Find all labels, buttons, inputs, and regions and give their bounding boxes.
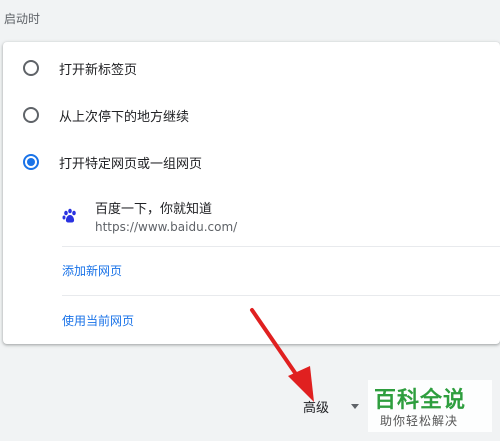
- advanced-label: 高级: [303, 400, 330, 416]
- use-current-pages-link[interactable]: 使用当前网页: [62, 312, 134, 329]
- radio-button-unchecked[interactable]: [23, 107, 39, 123]
- radio-continue-where-left-off[interactable]: 从上次停下的地方继续: [3, 92, 500, 138]
- baidu-paw-icon: [62, 208, 76, 223]
- radio-button-unchecked[interactable]: [23, 60, 39, 76]
- page-url: https://www.baidu.com/: [95, 220, 238, 234]
- startup-page-entry[interactable]: 百度一下，你就知道 https://www.baidu.com/: [3, 188, 500, 246]
- divider: [62, 246, 500, 247]
- radio-label: 打开特定网页或一组网页: [59, 156, 203, 172]
- add-new-page-link[interactable]: 添加新网页: [62, 262, 122, 279]
- advanced-settings-button[interactable]: 高级: [303, 393, 360, 419]
- watermark-logo: 百科全说 助你轻松解决: [368, 380, 492, 432]
- radio-open-specific-pages[interactable]: 打开特定网页或一组网页: [3, 139, 500, 185]
- divider: [62, 295, 500, 296]
- chevron-down-icon: [351, 403, 360, 409]
- section-title-on-startup: 启动时: [4, 12, 41, 26]
- radio-button-checked[interactable]: [23, 154, 39, 170]
- watermark-subtitle: 助你轻松解决: [380, 414, 459, 428]
- watermark-title: 百科全说: [374, 388, 467, 413]
- startup-settings-card: 打开新标签页 从上次停下的地方继续 打开特定网页或一组网页 百度一下，你就知道 …: [3, 42, 500, 344]
- radio-label: 打开新标签页: [59, 62, 138, 78]
- radio-open-new-tab[interactable]: 打开新标签页: [3, 45, 500, 91]
- annotation-arrow-icon: [250, 308, 314, 402]
- radio-label: 从上次停下的地方继续: [59, 109, 190, 125]
- page-title: 百度一下，你就知道: [95, 202, 213, 217]
